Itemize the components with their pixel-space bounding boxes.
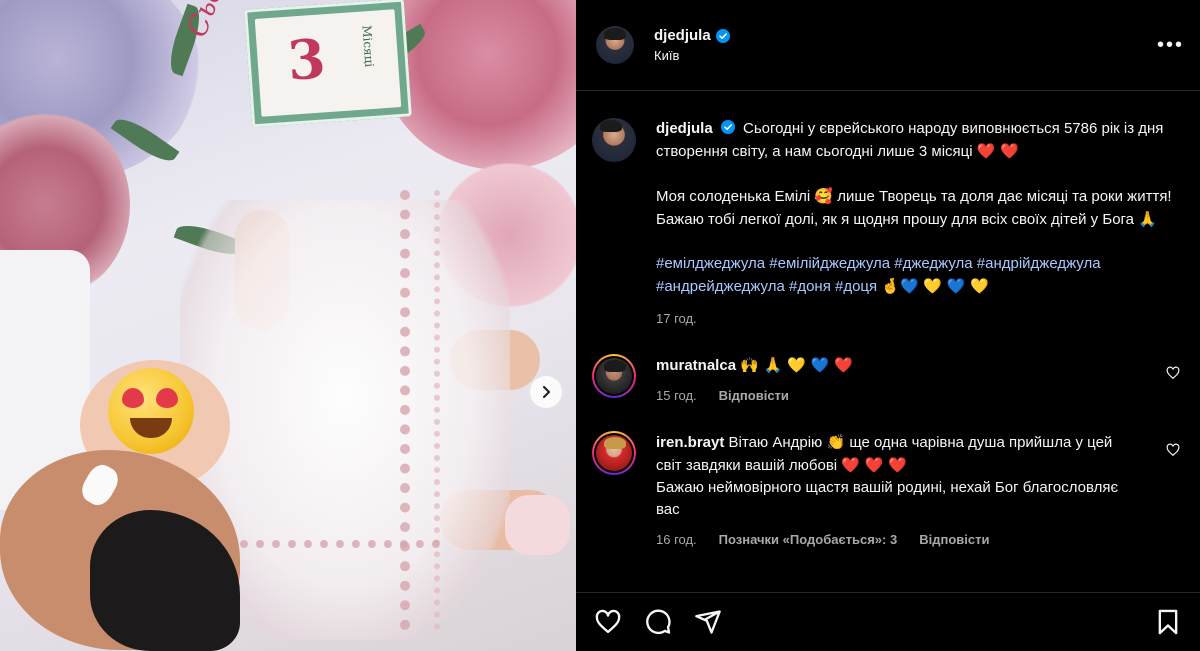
heart-emoji: ❤️ ❤️ [976,142,1019,160]
heart-emojis: 🤞💙 💛 💙 💛 [881,277,990,295]
post-header: djedjula Київ ••• [576,0,1200,91]
comment-text: Вітаю Андрію [728,434,823,451]
folded-hands-emoji: 🙏 [1138,210,1157,228]
comment-emojis: 🙌 🙏 💛 💙 ❤️ [740,356,853,374]
milestone-card: 3 Місяці [244,0,412,128]
commenter-username[interactable]: muratnalca [656,357,736,374]
smiling-face-hearts-emoji: 🥰 [814,187,834,205]
like-comment-heart-icon[interactable] [1166,443,1180,457]
caption-author-avatar[interactable] [592,118,636,162]
author-username[interactable]: djedjula [654,27,711,44]
send-icon[interactable] [694,608,722,636]
heart-eyes-emoji-sticker [108,368,194,454]
bookmark-icon[interactable] [1154,608,1182,636]
heart-icon[interactable] [594,608,622,636]
lace-trim [240,540,440,570]
caption-author-username[interactable]: djedjula [656,120,713,137]
next-image-button[interactable] [530,376,562,408]
commenter-username[interactable]: iren.brayt [656,434,724,451]
post-timestamp[interactable]: 17 год. [656,308,1176,330]
verified-badge-icon [720,120,735,134]
reply-button[interactable]: Відповісти [719,385,789,407]
story-ring[interactable] [592,431,636,475]
post-side-panel: djedjula Київ ••• djedjula Сьогодні у єв… [576,0,1200,651]
hashtag-links[interactable]: #емілджеджула #емілійджеджула #джеджула … [656,255,1101,272]
verified-badge-icon [715,28,730,43]
comment-text: Бажаю неймовірного щастя вашій родині, н… [656,479,1119,518]
like-comment-heart-icon[interactable] [1166,366,1180,380]
more-options-button[interactable]: ••• [1157,34,1184,57]
post-media[interactable]: Сьогодні мені... 3 Місяці [0,0,576,651]
caption-paragraph-2: Моя солоденька Емілі [656,188,811,205]
heart-emojis: ❤️ ❤️ ❤️ [841,456,907,474]
comment-icon[interactable] [644,608,672,636]
post-caption: djedjula Сьогодні у єврейського народу в… [592,118,1180,330]
clapping-hands-emoji: 👏 [826,433,846,451]
milestone-number: 3 [285,26,328,93]
comment-likes-count[interactable]: Позначки «Подобається»: 3 [719,529,898,551]
reply-button[interactable]: Відповісти [919,529,989,551]
milestone-label: Місяці [359,24,377,68]
comment-timestamp: 16 год. [656,532,697,547]
comments-scroll-area[interactable]: djedjula Сьогодні у єврейського народу в… [576,92,1200,591]
comment-item: muratnalca 🙌 🙏 💛 💙 ❤️ 15 год. Відповісти [592,354,1180,407]
commenter-avatar [596,358,632,394]
story-ring[interactable] [592,354,636,398]
hashtag-links[interactable]: #андрейджеджула #доня #доця [656,278,877,295]
comment-timestamp: 15 год. [656,388,697,403]
baby-sock [505,495,570,555]
post-action-bar [576,592,1200,651]
post-location[interactable]: Київ [654,48,730,63]
comment-item: iren.brayt Вітаю Андрію 👏 ще одна чарівн… [592,431,1180,551]
chevron-right-icon [542,385,551,399]
author-avatar[interactable] [596,26,634,64]
commenter-avatar [596,435,632,471]
